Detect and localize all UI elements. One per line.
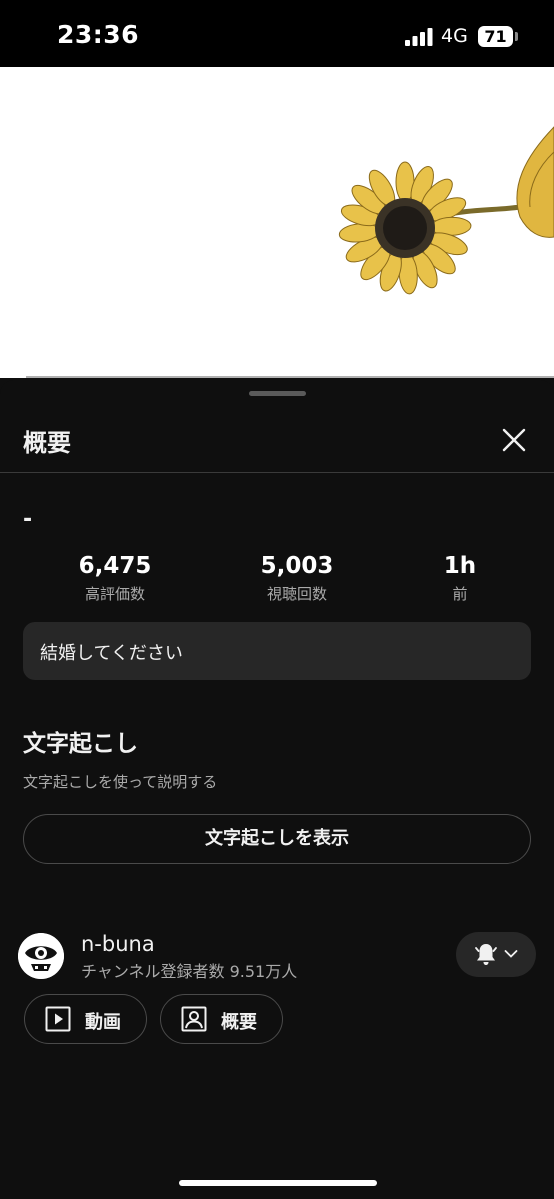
channel-name[interactable]: n-buna — [81, 932, 155, 956]
signal-icon — [405, 28, 433, 46]
video-progress-bar[interactable] — [26, 376, 554, 378]
bell-icon — [475, 944, 497, 965]
drag-handle[interactable] — [249, 391, 306, 396]
published-value: 1h — [443, 553, 477, 579]
page: 23:36 4G 71 概要 - 6,475 高評価数 5,003 視聴回数 1… — [0, 0, 554, 1199]
description-text: 結婚してください — [40, 643, 183, 664]
about-button-label: 概要 — [221, 1012, 257, 1033]
status-time: 23:36 — [57, 20, 140, 49]
video-title: - — [23, 507, 33, 532]
chevron-down-icon — [504, 950, 518, 958]
published-label: 前 — [452, 585, 468, 603]
battery-level: 71 — [484, 27, 507, 46]
description-box[interactable]: 結婚してください — [23, 622, 531, 680]
show-transcript-button[interactable]: 文字起こしを表示 — [23, 814, 531, 864]
videos-button-label: 動画 — [85, 1012, 121, 1033]
channel-logo-icon — [18, 933, 64, 979]
avatar[interactable] — [18, 933, 64, 979]
stat-likes: 6,475 高評価数 — [40, 553, 190, 604]
battery-icon: 71 — [478, 26, 513, 47]
close-icon[interactable] — [500, 426, 528, 454]
likes-count: 6,475 — [78, 553, 152, 579]
status-bar: 23:36 4G 71 — [0, 0, 554, 67]
description-sheet: 概要 - 6,475 高評価数 5,003 視聴回数 1h 前 結婚してください… — [0, 380, 554, 1199]
sheet-title: 概要 — [23, 429, 71, 457]
notification-bell-button[interactable] — [456, 932, 536, 977]
video-play-icon — [45, 1006, 71, 1032]
home-indicator — [179, 1180, 377, 1186]
views-count: 5,003 — [260, 553, 334, 579]
videos-button[interactable]: 動画 — [24, 994, 147, 1044]
stat-published: 1h 前 — [385, 553, 535, 604]
likes-label: 高評価数 — [84, 585, 145, 603]
sunflower-illustration — [338, 126, 554, 295]
subscriber-count: チャンネル登録者数 9.51万人 — [81, 962, 298, 981]
battery-tip — [515, 32, 518, 41]
transcript-subtext: 文字起こしを使って説明する — [23, 773, 218, 791]
transcript-heading: 文字起こし — [23, 731, 138, 757]
views-label: 視聴回数 — [266, 585, 327, 603]
network-label: 4G — [441, 25, 468, 47]
divider — [0, 472, 554, 473]
video-player[interactable] — [0, 67, 554, 378]
about-button[interactable]: 概要 — [160, 994, 283, 1044]
stat-views: 5,003 視聴回数 — [222, 553, 372, 604]
person-icon — [181, 1006, 207, 1032]
